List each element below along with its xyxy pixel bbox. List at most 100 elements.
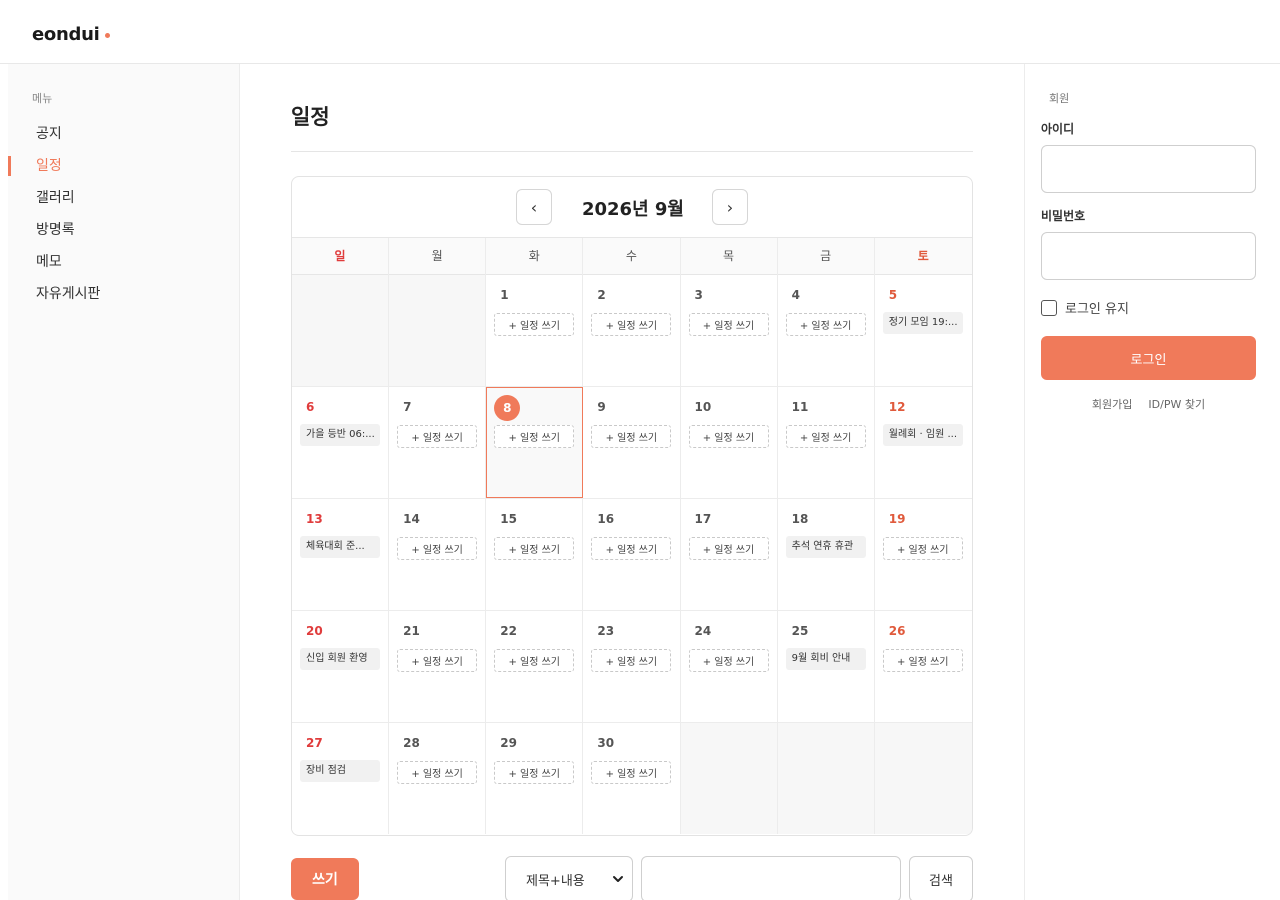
sidebar-item-2[interactable]: 일정 [8, 150, 240, 182]
calendar-day[interactable]: 6 가을 등반 06:... [292, 387, 390, 498]
logo-dot-icon [105, 33, 111, 38]
login-button[interactable]: 로그인 [1041, 336, 1256, 380]
add-event-button[interactable]: + 일정 쓰기 [591, 425, 672, 448]
add-event-button[interactable]: + 일정 쓰기 [494, 761, 575, 784]
add-event-button[interactable]: + 일정 쓰기 [882, 537, 963, 560]
add-event-button[interactable]: + 일정 쓰기 [494, 537, 575, 560]
calendar-day[interactable]: 14 + 일정 쓰기 [389, 499, 487, 610]
day-number: 24 [694, 624, 712, 638]
calendar-day[interactable]: 12 월례회 · 임원 ... [874, 387, 972, 498]
sidebar-item-3[interactable]: 갤러리 [8, 182, 240, 214]
password-field[interactable] [1041, 232, 1256, 280]
calendar-day[interactable]: 25 9월 회비 안내 [777, 611, 875, 722]
remember-login-checkbox[interactable] [1041, 299, 1057, 316]
event-chip[interactable]: 장비 점검 [300, 760, 380, 782]
add-event-button[interactable]: + 일정 쓰기 [688, 313, 769, 336]
add-event-button[interactable]: + 일정 쓰기 [785, 313, 866, 336]
add-event-button[interactable]: + 일정 쓰기 [591, 649, 672, 672]
event-chip[interactable]: 추석 연휴 휴관 [785, 536, 866, 558]
weekday-header: 일월화수목금 토 [292, 237, 972, 275]
calendar-day[interactable]: 16 + 일정 쓰기 [583, 499, 681, 610]
calendar-day[interactable]: 13 체육대회 준... [292, 499, 390, 610]
id-field[interactable] [1041, 145, 1256, 193]
day-number: 5 [888, 288, 898, 302]
site-logo[interactable]: eondui [32, 24, 111, 45]
add-event-button[interactable]: + 일정 쓰기 [785, 425, 866, 448]
event-chip[interactable]: 체육대회 준... [300, 536, 380, 558]
event-chip[interactable]: 가을 등반 06:... [300, 424, 380, 446]
add-event-button[interactable]: + 일정 쓰기 [397, 537, 478, 560]
day-number: 9 [597, 400, 606, 414]
add-event-button[interactable]: + 일정 쓰기 [591, 313, 672, 336]
title-divider [291, 151, 973, 152]
add-event-button[interactable]: + 일정 쓰기 [688, 425, 769, 448]
calendar-day[interactable]: 19 + 일정 쓰기 [874, 499, 972, 610]
calendar-day[interactable]: 28 + 일정 쓰기 [389, 723, 487, 834]
day-number: 4 [791, 288, 800, 302]
search-scope-select[interactable]: 제목+내용 [505, 856, 633, 900]
event-chip[interactable]: 9월 회비 안내 [785, 648, 866, 670]
sidebar-item-5[interactable]: 메모 [8, 246, 240, 278]
add-event-button[interactable]: + 일정 쓰기 [688, 537, 769, 560]
calendar-day[interactable]: 17 + 일정 쓰기 [680, 499, 778, 610]
add-event-button[interactable]: + 일정 쓰기 [591, 537, 672, 560]
menu-heading: 메뉴 [32, 92, 53, 105]
calendar-day[interactable]: 5 정기 모임 19:... [874, 275, 972, 386]
search-button[interactable]: 검색 [909, 856, 973, 900]
day-number: 30 [597, 736, 615, 750]
event-chip[interactable]: 정기 모임 19:... [882, 312, 963, 334]
weekday-label: 일 [292, 238, 390, 275]
day-number: 12 [888, 400, 906, 414]
write-button[interactable]: 쓰기 [291, 858, 359, 900]
weekday-label: 목 [681, 238, 778, 275]
calendar-day[interactable]: 24 + 일정 쓰기 [680, 611, 778, 722]
event-chip[interactable]: 신입 회원 환영 [300, 648, 380, 670]
calendar-day[interactable]: 27 장비 점검 [292, 723, 390, 834]
calendar-day[interactable]: 26 + 일정 쓰기 [874, 611, 972, 722]
day-number: 1 [500, 288, 509, 302]
chevron-down-icon [613, 876, 623, 882]
search-input[interactable] [641, 856, 901, 900]
add-event-button[interactable]: + 일정 쓰기 [591, 761, 672, 784]
calendar-day[interactable]: 7 + 일정 쓰기 [389, 387, 487, 498]
sidebar-item-1[interactable]: 공지 [8, 118, 240, 150]
add-event-button[interactable]: + 일정 쓰기 [688, 649, 769, 672]
prev-month-button[interactable]: ‹ [516, 189, 552, 225]
remember-login-option[interactable]: 로그인 유지 [1041, 298, 1129, 317]
day-number: 25 [791, 624, 809, 638]
calendar-day[interactable]: 11 + 일정 쓰기 [777, 387, 875, 498]
calendar-day[interactable]: 4 + 일정 쓰기 [777, 275, 875, 386]
calendar-day[interactable]: 3 + 일정 쓰기 [680, 275, 778, 386]
add-event-button[interactable]: + 일정 쓰기 [494, 649, 575, 672]
day-number: 21 [403, 624, 420, 638]
next-month-button[interactable]: › [712, 189, 748, 225]
add-event-button[interactable]: + 일정 쓰기 [494, 425, 575, 448]
calendar-day[interactable]: 23 + 일정 쓰기 [583, 611, 681, 722]
signup-link[interactable]: 회원가입 [1092, 396, 1132, 412]
add-event-button[interactable]: + 일정 쓰기 [882, 649, 963, 672]
sidebar-item-6[interactable]: 자유게시판 [8, 278, 240, 310]
add-event-button[interactable]: + 일정 쓰기 [397, 425, 478, 448]
calendar-day[interactable]: 29 + 일정 쓰기 [486, 723, 584, 834]
add-event-button[interactable]: + 일정 쓰기 [397, 649, 478, 672]
calendar-day[interactable]: 21 + 일정 쓰기 [389, 611, 487, 722]
calendar-day[interactable]: 2 + 일정 쓰기 [583, 275, 681, 386]
auth-links: 회원가입 ID/PW 찾기 [1041, 396, 1256, 412]
calendar-week: 1 + 일정 쓰기 2 + 일정 쓰기 3 + 일정 쓰기 4 + 일정 쓰기 5 정기 모임 1… [292, 275, 972, 387]
calendar-day[interactable]: 15 + 일정 쓰기 [486, 499, 584, 610]
remember-login-label: 로그인 유지 [1065, 302, 1129, 317]
calendar-day[interactable]: 9 + 일정 쓰기 [583, 387, 681, 498]
find-account-link[interactable]: ID/PW 찾기 [1148, 396, 1205, 412]
calendar-day[interactable]: 10 + 일정 쓰기 [680, 387, 778, 498]
add-event-button[interactable]: + 일정 쓰기 [397, 761, 478, 784]
sidebar-item-4[interactable]: 방명록 [8, 214, 240, 246]
calendar-day[interactable]: 18 추석 연휴 휴관 [777, 499, 875, 610]
site-logo-text: eondui [32, 24, 100, 45]
event-chip[interactable]: 월례회 · 임원 ... [882, 424, 963, 446]
calendar-day[interactable]: 1 + 일정 쓰기 [486, 275, 584, 386]
calendar-day[interactable]: 30 + 일정 쓰기 [583, 723, 681, 834]
calendar-day[interactable]: 22 + 일정 쓰기 [486, 611, 584, 722]
add-event-button[interactable]: + 일정 쓰기 [494, 313, 575, 336]
calendar-day-today[interactable]: 8 + 일정 쓰기 [486, 387, 584, 498]
calendar-day[interactable]: 20 신입 회원 환영 [292, 611, 390, 722]
